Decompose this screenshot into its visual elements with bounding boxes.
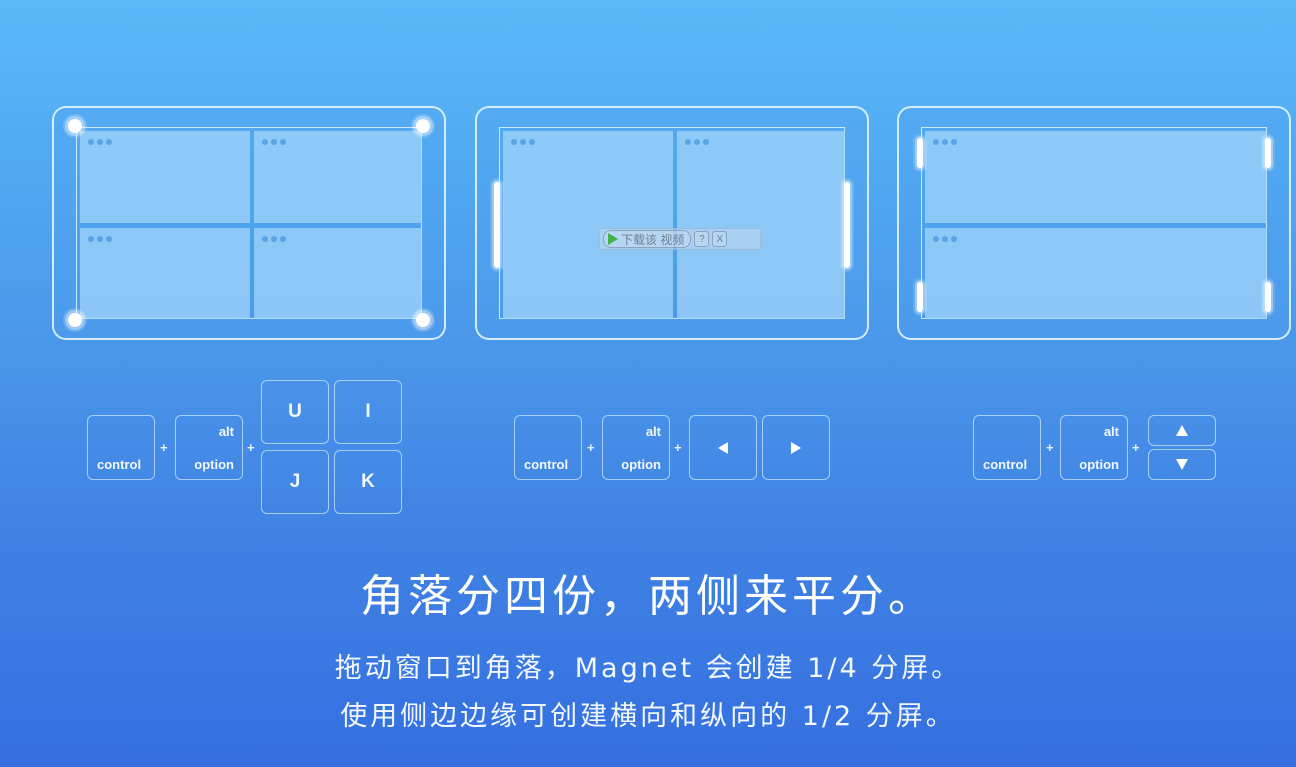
screen-frame bbox=[921, 127, 1267, 319]
control-key-label: control bbox=[524, 457, 569, 472]
alt-key-label: alt bbox=[645, 424, 661, 439]
window-controls-icon bbox=[88, 236, 112, 242]
corner-handle-icon bbox=[416, 119, 430, 133]
help-button[interactable]: ? bbox=[694, 231, 710, 247]
screen-frame bbox=[76, 127, 422, 319]
corner-handle-icon bbox=[416, 313, 430, 327]
down-arrow-icon bbox=[1176, 459, 1188, 470]
headline: 角落分四份，两侧来平分。 bbox=[360, 571, 936, 622]
edge-handle-icon bbox=[1265, 282, 1271, 312]
edge-handle-icon bbox=[1265, 138, 1271, 168]
u-key: U bbox=[261, 380, 329, 444]
window-controls-icon bbox=[685, 139, 709, 145]
down-arrow-key bbox=[1148, 449, 1216, 480]
plus-sign: + bbox=[160, 440, 168, 455]
window-left-half bbox=[503, 131, 673, 319]
window-bottom-left bbox=[80, 228, 250, 319]
option-key: alt option bbox=[175, 415, 243, 480]
description-line-1: 拖动窗口到角落，Magnet 会创建 1/4 分屏。 bbox=[334, 653, 962, 684]
window-top-half bbox=[925, 131, 1267, 223]
left-arrow-key bbox=[689, 415, 757, 480]
window-controls-icon bbox=[511, 139, 535, 145]
corner-handle-icon bbox=[68, 313, 82, 327]
download-video-label: 下载该 视频 bbox=[621, 232, 685, 247]
plus-sign: + bbox=[1132, 440, 1140, 455]
up-arrow-key bbox=[1148, 415, 1216, 446]
window-top-left bbox=[80, 131, 250, 223]
control-key: control bbox=[514, 415, 582, 480]
video-download-overlay: 下载该 视频 ? X bbox=[599, 228, 761, 250]
corner-handle-icon bbox=[68, 119, 82, 133]
edge-handle-icon bbox=[917, 282, 923, 312]
download-video-button[interactable]: 下载该 视频 bbox=[603, 230, 692, 248]
i-key: I bbox=[334, 380, 402, 444]
screen-frame bbox=[499, 127, 845, 319]
alt-key-label: alt bbox=[218, 424, 234, 439]
window-controls-icon bbox=[262, 236, 286, 242]
window-right-half bbox=[677, 131, 845, 319]
left-arrow-icon bbox=[718, 441, 728, 454]
control-key: control bbox=[973, 415, 1041, 480]
plus-sign: + bbox=[587, 440, 595, 455]
control-key: control bbox=[87, 415, 155, 480]
window-controls-icon bbox=[933, 236, 957, 242]
play-icon bbox=[608, 233, 618, 245]
quarters-layout-panel bbox=[52, 106, 446, 340]
option-key: alt option bbox=[1060, 415, 1128, 480]
window-top-right bbox=[254, 131, 422, 223]
option-key-label: option bbox=[1079, 457, 1119, 472]
left-edge-handle-icon bbox=[494, 182, 500, 268]
k-key: K bbox=[334, 450, 402, 514]
top-bottom-halves-layout-panel bbox=[897, 106, 1291, 340]
close-button[interactable]: X bbox=[712, 231, 728, 247]
plus-sign: + bbox=[247, 440, 255, 455]
description-line-2: 使用侧边边缘可创建横向和纵向的 1/2 分屏。 bbox=[340, 701, 956, 732]
window-bottom-half bbox=[925, 228, 1267, 319]
window-controls-icon bbox=[933, 139, 957, 145]
j-key: J bbox=[261, 450, 329, 514]
right-arrow-key bbox=[762, 415, 830, 480]
alt-key-label: alt bbox=[1103, 424, 1119, 439]
window-controls-icon bbox=[88, 139, 112, 145]
option-key: alt option bbox=[602, 415, 670, 480]
up-arrow-icon bbox=[1176, 425, 1188, 436]
plus-sign: + bbox=[1046, 440, 1054, 455]
window-bottom-right bbox=[254, 228, 422, 319]
window-controls-icon bbox=[262, 139, 286, 145]
option-key-label: option bbox=[621, 457, 661, 472]
option-key-label: option bbox=[194, 457, 234, 472]
right-edge-handle-icon bbox=[844, 182, 850, 268]
control-key-label: control bbox=[983, 457, 1028, 472]
edge-handle-icon bbox=[917, 138, 923, 168]
right-arrow-icon bbox=[791, 441, 801, 454]
plus-sign: + bbox=[674, 440, 682, 455]
side-halves-layout-panel bbox=[475, 106, 869, 340]
control-key-label: control bbox=[97, 457, 142, 472]
